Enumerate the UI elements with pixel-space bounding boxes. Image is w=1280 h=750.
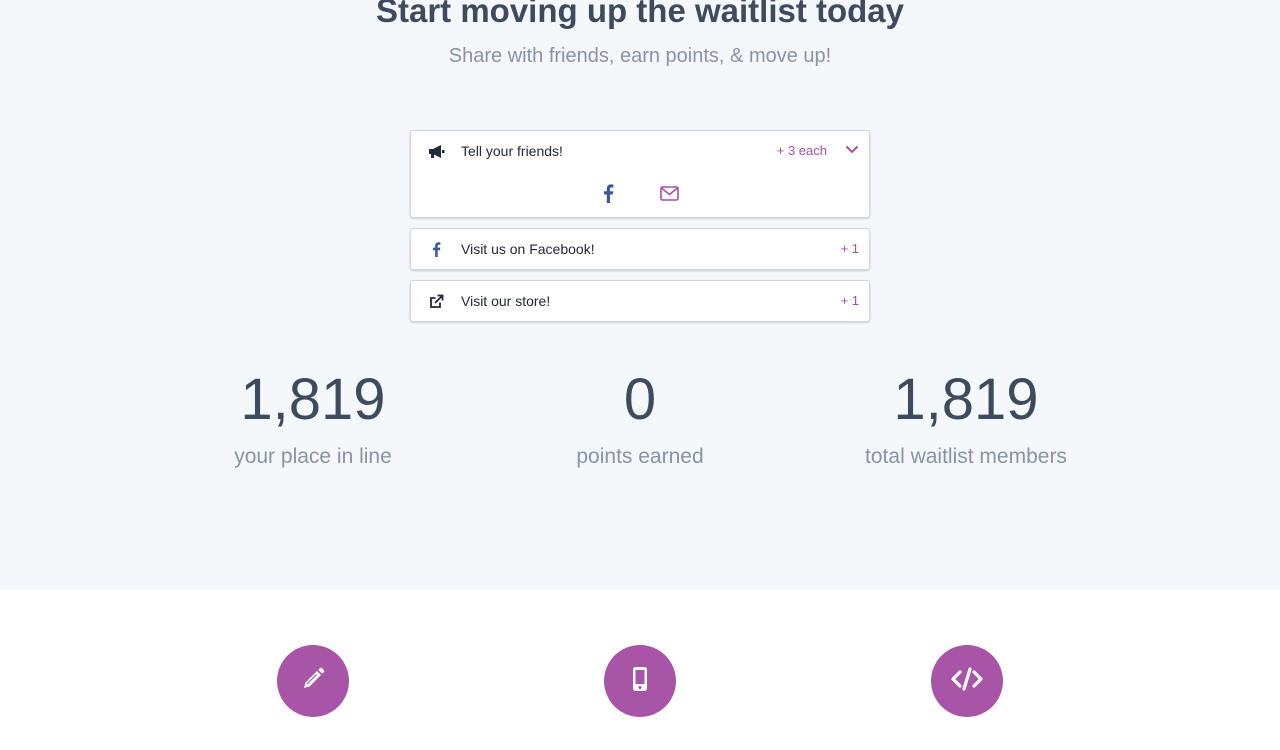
stat-value: 1,819 [240,367,386,432]
action-points: + 1 [840,241,859,256]
share-options [411,171,869,215]
stat-total-members: 1,819 total waitlist members [806,362,1126,472]
chevron-down-icon[interactable] [845,143,859,157]
stat-value: 0 [623,367,657,432]
stat-label: your place in line [234,445,392,468]
action-label: Visit our store! [461,293,551,309]
waitlist-section: Start moving up the waitlist today Share… [0,0,1280,590]
facebook-share-icon[interactable] [598,183,618,203]
action-label: Tell your friends! [461,143,563,159]
megaphone-icon [427,142,445,160]
stat-place-in-line: 1,819 your place in line [153,362,473,472]
feature-code [931,645,1003,717]
action-card-header[interactable]: Tell your friends! + 3 each [411,131,869,171]
action-card-facebook[interactable]: Visit us on Facebook! + 1 [410,228,870,270]
facebook-icon [427,240,445,258]
feature-pencil [277,645,349,717]
action-card-header[interactable]: Visit us on Facebook! + 1 [411,229,869,269]
external-link-icon [427,292,445,310]
mobile-phone-icon [632,666,648,697]
page-subtitle: Share with friends, earn points, & move … [448,45,832,67]
action-points: + 1 [840,293,859,308]
action-card-tell-friends[interactable]: Tell your friends! + 3 each [410,130,870,218]
stat-value: 1,819 [893,367,1039,432]
envelope-icon[interactable] [659,183,679,203]
pencil-icon [300,666,326,697]
action-label: Visit us on Facebook! [461,241,595,257]
code-icon [951,666,983,696]
action-card-header[interactable]: Visit our store! + 1 [411,281,869,321]
stat-label: total waitlist members [865,445,1067,468]
stat-points-earned: 0 points earned [480,362,800,472]
feature-mobile [604,645,676,717]
action-card-store[interactable]: Visit our store! + 1 [410,280,870,322]
action-points: + 3 each [776,143,827,158]
page-title: Start moving up the waitlist today [375,0,905,29]
stat-label: points earned [576,445,704,468]
